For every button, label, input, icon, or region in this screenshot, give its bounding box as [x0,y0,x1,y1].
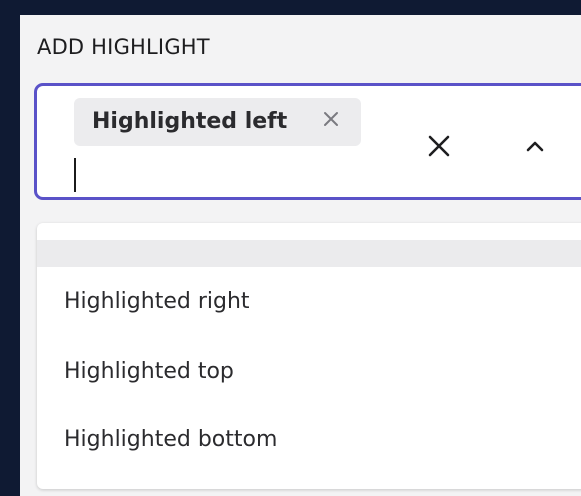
field-label: ADD HIGHLIGHT [37,35,210,59]
toggle-dropdown-button[interactable] [521,132,549,160]
clear-selection-button[interactable] [423,130,455,162]
option-highlighted-right[interactable]: Highlighted right [64,289,250,314]
option-empty[interactable] [37,240,581,267]
chip-remove-button[interactable] [319,107,343,131]
option-highlighted-top[interactable]: Highlighted top [64,359,234,384]
selected-chip-label: Highlighted left [92,109,288,134]
highlight-combobox[interactable]: Highlighted left [34,83,581,200]
close-icon [324,112,338,126]
option-highlighted-bottom[interactable]: Highlighted bottom [64,427,277,452]
options-listbox: Highlighted right Highlighted top Highli… [37,223,581,489]
add-highlight-panel: ADD HIGHLIGHT Highlighted left Highlight… [20,15,581,496]
selected-chip: Highlighted left [74,98,361,146]
text-cursor [74,158,76,192]
chevron-up-icon [526,141,544,152]
close-icon [428,135,450,157]
